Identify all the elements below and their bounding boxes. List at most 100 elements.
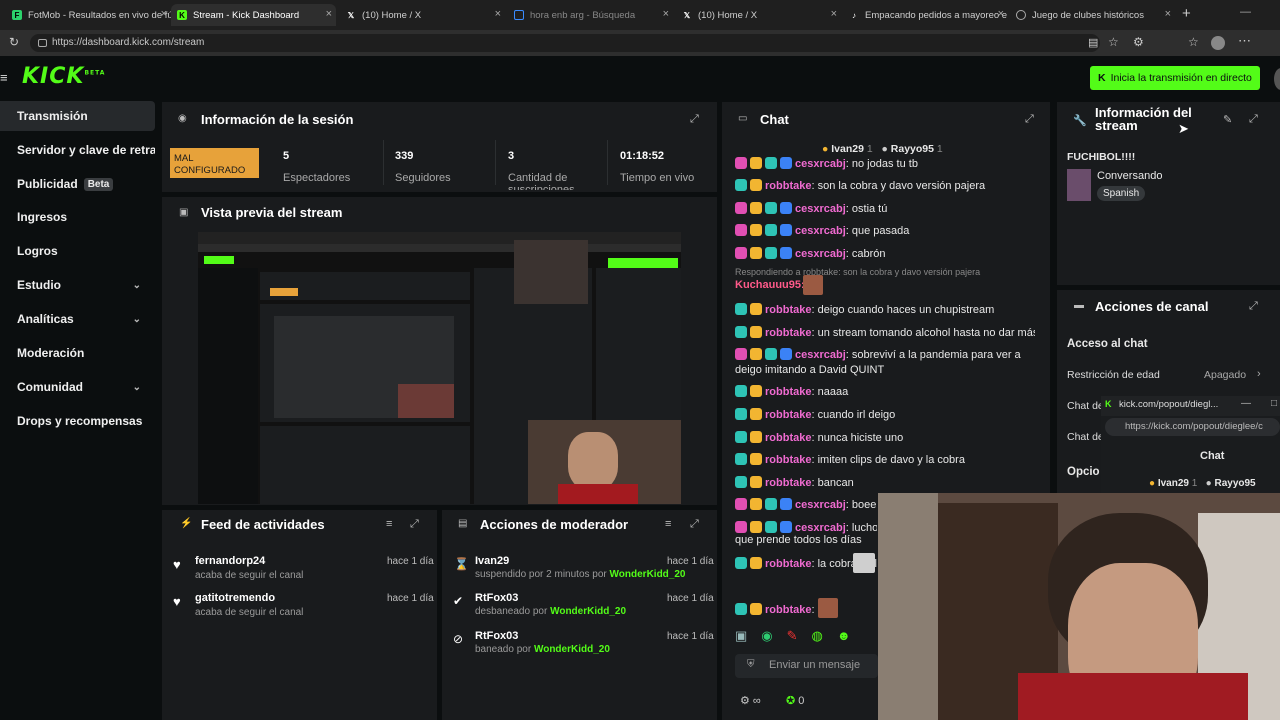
close-icon[interactable]: ×: [663, 8, 669, 20]
close-icon[interactable]: ×: [998, 8, 1004, 20]
sidebar-item-analiticas[interactable]: Analíticas ⌄: [0, 304, 155, 334]
shield-icon: ⛨: [747, 659, 755, 670]
chat-username[interactable]: cesxrcabj: [795, 158, 846, 170]
feed-username[interactable]: gatitotremendo: [195, 592, 275, 604]
chat-setting-row[interactable]: Chat de: [1067, 400, 1104, 412]
chat-username[interactable]: robbtake: [765, 558, 811, 570]
favorites-icon[interactable]: ☆: [1188, 35, 1199, 49]
sidebar-item-transmision[interactable]: Transmisión: [0, 101, 155, 131]
chat-username[interactable]: robbtake: [765, 327, 811, 339]
top-user[interactable]: Ivan29: [831, 143, 864, 155]
chat-username[interactable]: cesxrcabj: [795, 225, 846, 237]
chat-text: cuando irl deigo: [817, 409, 896, 421]
mod-target-user[interactable]: RtFox03: [475, 592, 518, 604]
browser-tab-bar: F FotMob - Resultados en vivo de fú × K Str…: [0, 0, 1280, 30]
chat-username[interactable]: cesxrcabj: [795, 349, 846, 361]
reply-user[interactable]: Kuchauuu95:: [735, 279, 805, 291]
expand-icon[interactable]: ⤢: [1249, 300, 1258, 313]
close-icon[interactable]: ×: [161, 8, 167, 20]
stream-preview-video[interactable]: [198, 232, 681, 504]
expand-icon[interactable]: ⤢: [1249, 113, 1258, 126]
url-input[interactable]: https://dashboard.kick.com/stream: [30, 34, 1100, 52]
points-counter[interactable]: ✪ 0: [786, 694, 804, 707]
chat-input[interactable]: Enviar un mensaje: [735, 654, 878, 678]
sidebar-item-drops[interactable]: Drops y recompensas: [0, 406, 155, 436]
minimize-icon[interactable]: —: [1241, 398, 1251, 409]
chevron-right-icon[interactable]: ›: [1257, 368, 1261, 380]
chat-badge-icon: [735, 498, 747, 510]
chat-username[interactable]: cesxrcabj: [795, 248, 846, 260]
close-icon[interactable]: ×: [326, 8, 332, 20]
chat-username[interactable]: robbtake: [765, 432, 811, 444]
category-name[interactable]: Conversando: [1097, 170, 1162, 182]
maximize-icon[interactable]: □: [1271, 398, 1277, 409]
sidebar-item-moderacion[interactable]: Moderación: [0, 338, 155, 368]
chat-username[interactable]: cesxrcabj: [795, 522, 846, 534]
close-icon[interactable]: ×: [495, 8, 501, 20]
emote-icon[interactable]: ☻: [837, 628, 851, 646]
chat-username[interactable]: robbtake: [765, 304, 811, 316]
moderator-name[interactable]: WonderKidd_20: [534, 644, 610, 655]
browser-tab[interactable]: Juego de clubes históricos ×: [1010, 4, 1175, 26]
reader-icon[interactable]: ▤: [1088, 36, 1098, 49]
panel-title: Chat: [760, 112, 789, 127]
minimize-icon[interactable]: —: [1240, 6, 1251, 18]
browser-tab-active[interactable]: K Stream - Kick Dashboard ×: [171, 4, 336, 26]
browser-tab[interactable]: ♪ Empacando pedidos a mayoreo e ×: [843, 4, 1008, 26]
new-tab-button[interactable]: +: [1182, 5, 1191, 22]
filter-icon[interactable]: ≡: [665, 518, 671, 530]
chat-username[interactable]: robbtake: [765, 604, 811, 616]
edit-icon[interactable]: ✎: [1223, 113, 1232, 126]
chat-username[interactable]: cesxrcabj: [795, 499, 846, 511]
moderator-name[interactable]: WonderKidd_20: [610, 569, 686, 580]
browser-tab[interactable]: F FotMob - Resultados en vivo de fú ×: [6, 4, 171, 26]
settings-icon[interactable]: ⚙ ∞: [740, 694, 761, 707]
mod-target-user[interactable]: Ivan29: [475, 555, 509, 567]
go-live-button[interactable]: K Inicia la transmisión en directo: [1090, 66, 1260, 90]
menu-icon[interactable]: ≡: [0, 70, 8, 85]
close-icon[interactable]: ×: [1165, 8, 1171, 20]
expand-icon[interactable]: ⤢: [690, 518, 699, 531]
expand-icon[interactable]: ⤢: [1025, 113, 1034, 126]
sidebar-item-logros[interactable]: Logros: [0, 236, 155, 266]
chat-username[interactable]: robbtake: [765, 386, 811, 398]
kick-logo[interactable]: KICKBETA: [22, 64, 105, 89]
close-icon[interactable]: ×: [831, 8, 837, 20]
popout-url[interactable]: https://kick.com/popout/dieglee/c: [1105, 418, 1280, 436]
star-icon[interactable]: ☆: [1108, 35, 1119, 49]
age-restriction-value[interactable]: Apagado: [1204, 369, 1246, 381]
emote-icon[interactable]: ✎: [787, 628, 798, 646]
avatar[interactable]: [1211, 36, 1225, 50]
sidebar-item-estudio[interactable]: Estudio ⌄: [0, 270, 155, 300]
feed-username[interactable]: fernandorp24: [195, 555, 265, 567]
emote-icon[interactable]: ◍: [812, 628, 823, 646]
options-row[interactable]: Opcio: [1067, 466, 1100, 478]
more-icon[interactable]: ⋯: [1238, 33, 1251, 49]
top-user[interactable]: Rayyo95: [891, 143, 934, 155]
chat-badge-icon: [765, 498, 777, 510]
sidebar-item-comunidad[interactable]: Comunidad ⌄: [0, 372, 155, 402]
sidebar-item-servidor[interactable]: Servidor y clave de retransmisión: [0, 135, 155, 165]
chat-username[interactable]: cesxrcabj: [795, 203, 846, 215]
chat-setting-row[interactable]: Chat de: [1067, 431, 1104, 443]
extensions-icon[interactable]: ⚙: [1133, 35, 1144, 49]
sidebar-item-publicidad[interactable]: Publicidad Beta: [0, 169, 155, 199]
chat-badge-icon: [780, 157, 792, 169]
chat-username[interactable]: robbtake: [765, 454, 811, 466]
mod-target-user[interactable]: RtFox03: [475, 630, 518, 642]
expand-icon[interactable]: ⤢: [410, 518, 419, 531]
refresh-icon[interactable]: ↻: [9, 35, 19, 49]
site-info-icon[interactable]: [38, 39, 47, 47]
chat-username[interactable]: robbtake: [765, 477, 811, 489]
sidebar-item-ingresos[interactable]: Ingresos: [0, 202, 155, 232]
moderator-name[interactable]: WonderKidd_20: [550, 606, 626, 617]
browser-tab[interactable]: hora enb arg - Búsqueda ×: [508, 4, 673, 26]
emote-icon[interactable]: ◉: [761, 628, 772, 646]
expand-icon[interactable]: ⤢: [690, 113, 699, 126]
chat-username[interactable]: robbtake: [765, 409, 811, 421]
filter-icon[interactable]: ≡: [386, 518, 392, 530]
emote-icon[interactable]: ▣: [735, 628, 747, 646]
browser-tab[interactable]: 𝕏 (10) Home / X ×: [676, 4, 841, 26]
browser-tab[interactable]: 𝕏 (10) Home / X ×: [340, 4, 505, 26]
chat-username[interactable]: robbtake: [765, 180, 811, 192]
